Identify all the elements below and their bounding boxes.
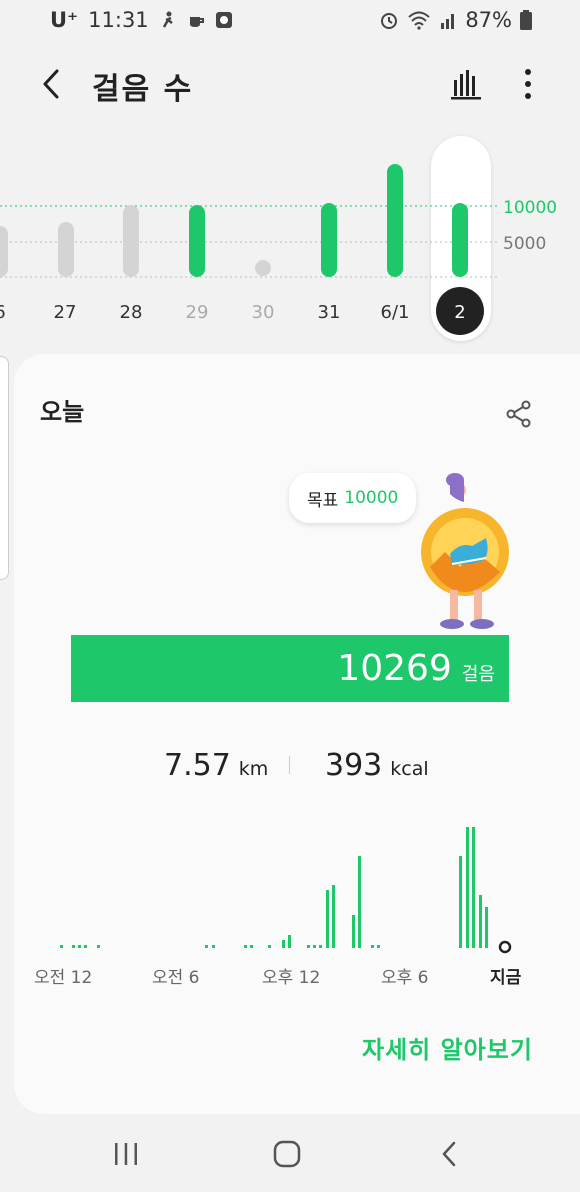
steps-count-row: 10269 걸음 (337, 648, 495, 689)
hour-bar (371, 945, 374, 948)
back-arrow-icon[interactable] (34, 64, 74, 104)
time-label: 오전 12 (34, 968, 93, 988)
steps-unit: 걸음 (461, 664, 495, 685)
hour-bar (326, 890, 329, 948)
calories-stat: 393 kcal (325, 748, 429, 783)
hour-bar (288, 935, 291, 948)
day-bar-26 (0, 226, 8, 277)
y-label-5000: 5000 (503, 234, 547, 254)
status-bar: U⁺ 11:31 87% (0, 0, 580, 42)
goal-value: 10000 (344, 488, 399, 508)
hour-bar (244, 945, 247, 948)
day-bar-29 (189, 205, 205, 277)
battery-icon (520, 10, 532, 30)
calories-unit: kcal (390, 758, 429, 780)
hour-bar (358, 856, 361, 948)
hour-bar (60, 945, 63, 948)
day-dot-30 (255, 260, 271, 276)
day-bar-31 (321, 203, 337, 277)
signal-icon (441, 14, 455, 29)
hour-bar (459, 856, 462, 948)
bar-chart-icon[interactable] (448, 66, 484, 102)
app-icon (215, 12, 232, 28)
day-label[interactable]: 30 (233, 302, 293, 323)
day-bar-6-1 (387, 164, 403, 277)
hour-bar (84, 945, 87, 948)
hour-bar (352, 915, 355, 948)
hour-bar (319, 945, 322, 948)
day-bar-27 (58, 222, 74, 277)
goal-label: 목표 (307, 490, 339, 511)
hour-bar (377, 945, 380, 948)
stat-divider (289, 756, 290, 774)
hourly-steps-chart (60, 827, 512, 954)
side-panel-handle[interactable] (0, 356, 9, 580)
now-marker (498, 940, 512, 954)
day-label[interactable]: 6 (0, 302, 30, 323)
hour-bar (313, 945, 316, 948)
wifi-icon (408, 11, 430, 30)
hour-bar (72, 945, 75, 948)
hour-bar (78, 945, 81, 948)
hour-bar (268, 945, 271, 948)
hour-bar (282, 940, 285, 948)
calories-value: 393 (325, 748, 383, 783)
view-details-link[interactable]: 자세히 알아보기 (362, 1030, 533, 1065)
hour-bar (485, 907, 488, 948)
today-card (14, 354, 580, 1114)
alarm-icon (381, 13, 398, 29)
distance-unit: km (238, 758, 269, 780)
day-label[interactable]: 28 (101, 302, 161, 323)
page-title: 걸음 수 (92, 72, 194, 107)
share-icon[interactable] (505, 400, 533, 428)
runner-icon (162, 11, 173, 28)
hour-bar (97, 945, 100, 948)
time-label: 오후 12 (262, 968, 321, 988)
hour-bar (466, 827, 469, 948)
day-label-selected[interactable]: 2 (430, 302, 490, 323)
now-label: 지금 (490, 968, 522, 988)
carrier-label: U⁺ (50, 8, 79, 32)
time-label: 오후 6 (381, 968, 429, 988)
hour-bar (212, 945, 215, 948)
day-label[interactable]: 31 (299, 302, 359, 323)
back-icon[interactable] (439, 1140, 461, 1168)
more-vert-icon[interactable] (514, 64, 542, 104)
distance-stat: 7.57 km (164, 748, 268, 783)
battery-label: 87% (465, 8, 512, 32)
hour-bar (479, 895, 482, 948)
time-label: 11:31 (88, 8, 149, 32)
goal-achieved-illustration (421, 473, 509, 629)
today-label: 오늘 (40, 398, 85, 426)
coffee-icon (189, 17, 204, 27)
distance-value: 7.57 (164, 748, 231, 783)
recent-apps-icon[interactable] (113, 1140, 139, 1168)
time-label: 오전 6 (152, 968, 200, 988)
goal-bubble: 목표 10000 (289, 473, 417, 523)
hour-bar (472, 827, 475, 948)
steps-count: 10269 (337, 648, 452, 689)
y-label-10000: 10000 (503, 198, 558, 218)
hour-bar (307, 945, 310, 948)
day-label[interactable]: 29 (167, 302, 227, 323)
day-bar-2 (452, 203, 468, 277)
day-label[interactable]: 27 (35, 302, 95, 323)
navigation-bar (0, 1120, 580, 1192)
hour-bar (250, 945, 253, 948)
day-label[interactable]: 6/1 (365, 302, 425, 323)
day-bar-28 (123, 205, 139, 277)
home-icon[interactable] (273, 1140, 301, 1168)
hour-bar (205, 945, 208, 948)
hour-bar (332, 885, 335, 948)
